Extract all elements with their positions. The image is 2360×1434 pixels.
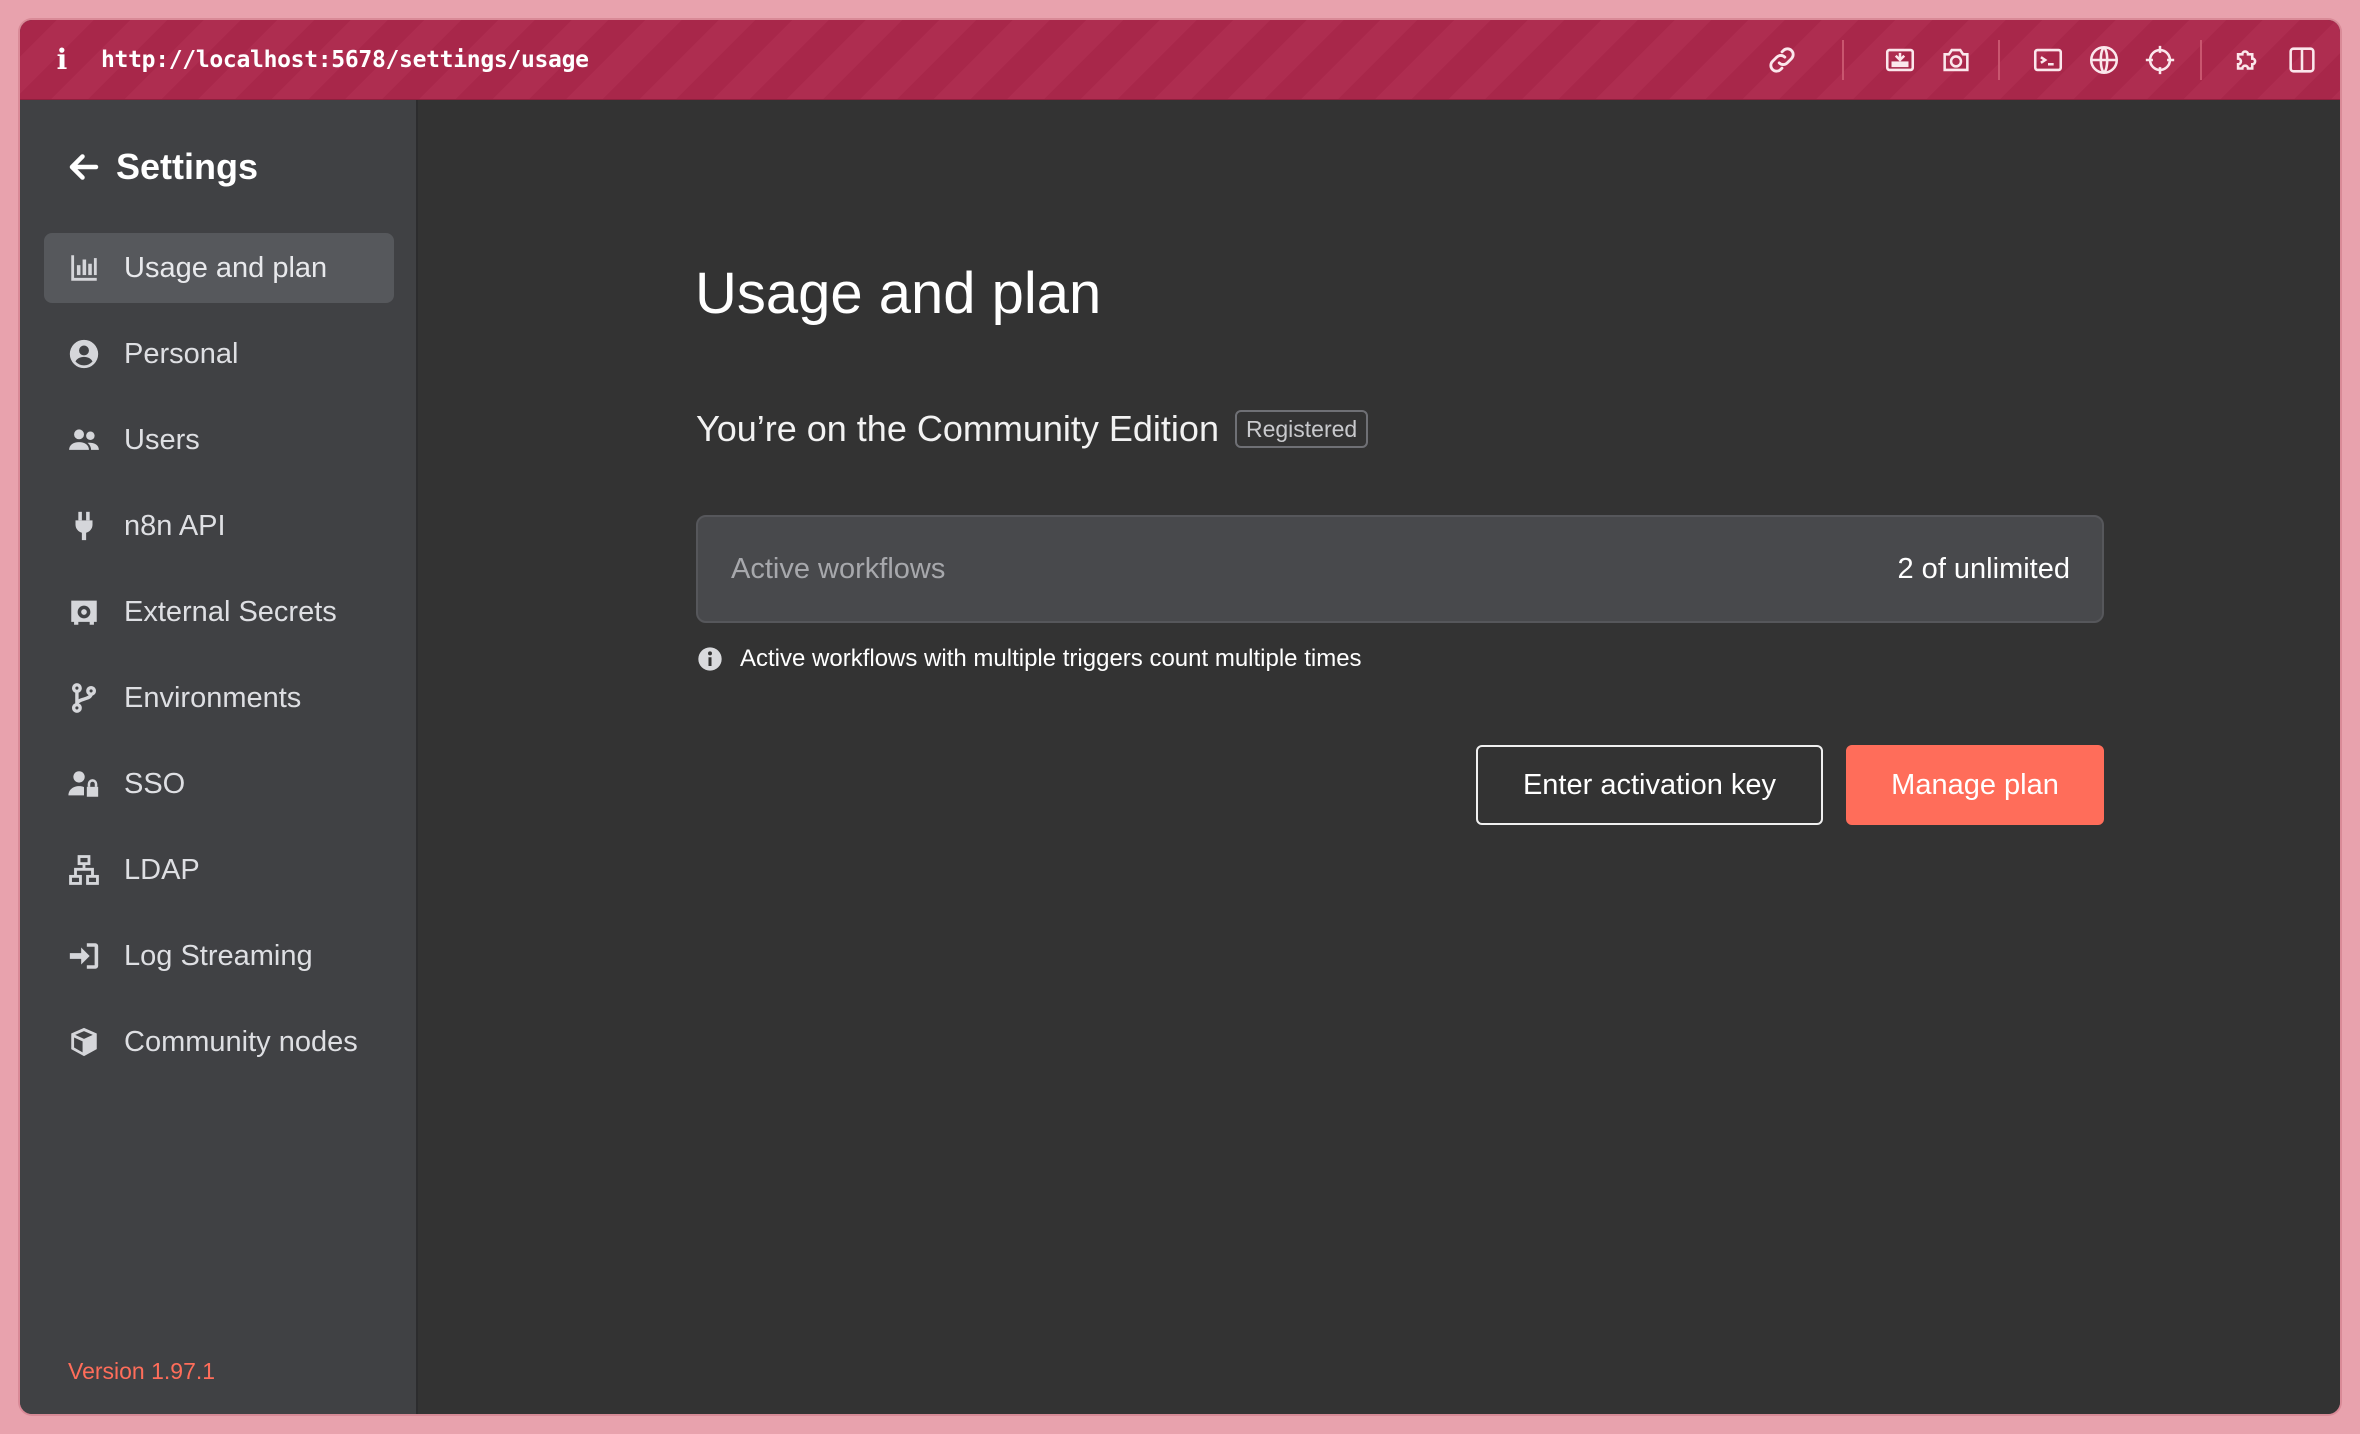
- code-branch-icon: [66, 680, 102, 716]
- sidebar-item-label: LDAP: [124, 853, 200, 886]
- network-icon: [66, 852, 102, 888]
- info-icon[interactable]: i: [50, 44, 74, 76]
- sidebar-item-label: Environments: [124, 681, 302, 714]
- sidebar-item-label: Users: [124, 423, 200, 456]
- settings-sidebar: Settings Usage and plan Personal Users n…: [20, 100, 418, 1414]
- browser-toolbar: i http://localhost:5678/settings/usage: [20, 20, 2340, 100]
- edition-row: You’re on the Community Edition Register…: [696, 408, 1369, 450]
- sidebar-item-personal[interactable]: Personal: [44, 319, 394, 389]
- user-circle-icon: [66, 336, 102, 372]
- crosshair-icon[interactable]: [2142, 42, 2178, 78]
- vault-icon: [66, 594, 102, 630]
- extensions-icon[interactable]: [2230, 42, 2266, 78]
- sign-in-icon: [66, 938, 102, 974]
- note-text: Active workflows with multiple triggers …: [740, 645, 1362, 672]
- sidebar-item-community-nodes[interactable]: Community nodes: [44, 1007, 394, 1077]
- sidebar-item-label: External Secrets: [124, 595, 337, 628]
- cube-icon: [66, 1024, 102, 1060]
- main-content: Usage and plan You’re on the Community E…: [420, 100, 2340, 1414]
- sidebar-item-log-streaming[interactable]: Log Streaming: [44, 921, 394, 991]
- usage-note: Active workflows with multiple triggers …: [696, 645, 1362, 673]
- toolbar-divider: [1998, 40, 2000, 80]
- sidebar-item-users[interactable]: Users: [44, 405, 394, 475]
- info-circle-icon: [696, 645, 724, 673]
- arrow-left-icon[interactable]: [66, 149, 102, 185]
- sidebar-item-environments[interactable]: Environments: [44, 663, 394, 733]
- screenshot-area-icon[interactable]: [1882, 42, 1918, 78]
- manage-plan-button[interactable]: Manage plan: [1846, 745, 2104, 825]
- sidebar-item-label: Community nodes: [124, 1025, 358, 1058]
- sidebar-item-sso[interactable]: SSO: [44, 749, 394, 819]
- browser-window: i http://localhost:5678/settings/usage S…: [20, 20, 2340, 1414]
- sidebar-item-label: Log Streaming: [124, 939, 313, 972]
- sidebar-item-usage-and-plan[interactable]: Usage and plan: [44, 233, 394, 303]
- sidebar-item-external-secrets[interactable]: External Secrets: [44, 577, 394, 647]
- camera-icon[interactable]: [1938, 42, 1974, 78]
- version-label: Version 1.97.1: [68, 1358, 216, 1384]
- status-badge: Registered: [1234, 410, 1369, 448]
- chart-bar-icon: [66, 250, 102, 286]
- user-lock-icon: [66, 766, 102, 802]
- sidebar-item-label: Personal: [124, 337, 239, 370]
- toolbar-divider: [1842, 40, 1844, 80]
- terminal-icon[interactable]: [2030, 42, 2066, 78]
- sidebar-title: Settings: [116, 146, 259, 187]
- users-icon: [66, 422, 102, 458]
- sidebar-item-label: SSO: [124, 767, 186, 800]
- sidebar-item-label: Usage and plan: [124, 251, 328, 284]
- toolbar-divider: [2200, 40, 2202, 80]
- address-bar[interactable]: http://localhost:5678/settings/usage: [101, 44, 589, 76]
- page-title: Usage and plan: [695, 261, 1102, 326]
- back-to-app[interactable]: Settings: [66, 145, 258, 189]
- link-icon[interactable]: [1764, 42, 1800, 78]
- sidebar-toggle-icon[interactable]: [2284, 42, 2320, 78]
- enter-activation-key-button[interactable]: Enter activation key: [1476, 745, 1823, 825]
- usage-card: Active workflows 2 of unlimited: [696, 515, 2104, 623]
- sidebar-item-label: n8n API: [124, 509, 226, 542]
- globe-icon[interactable]: [2086, 42, 2122, 78]
- plug-icon: [66, 508, 102, 544]
- sidebar-item-ldap[interactable]: LDAP: [44, 835, 394, 905]
- usage-value: 2 of unlimited: [1897, 553, 2071, 585]
- sidebar-item-n8n-api[interactable]: n8n API: [44, 491, 394, 561]
- usage-label: Active workflows: [731, 553, 946, 585]
- edition-text: You’re on the Community Edition: [696, 408, 1219, 449]
